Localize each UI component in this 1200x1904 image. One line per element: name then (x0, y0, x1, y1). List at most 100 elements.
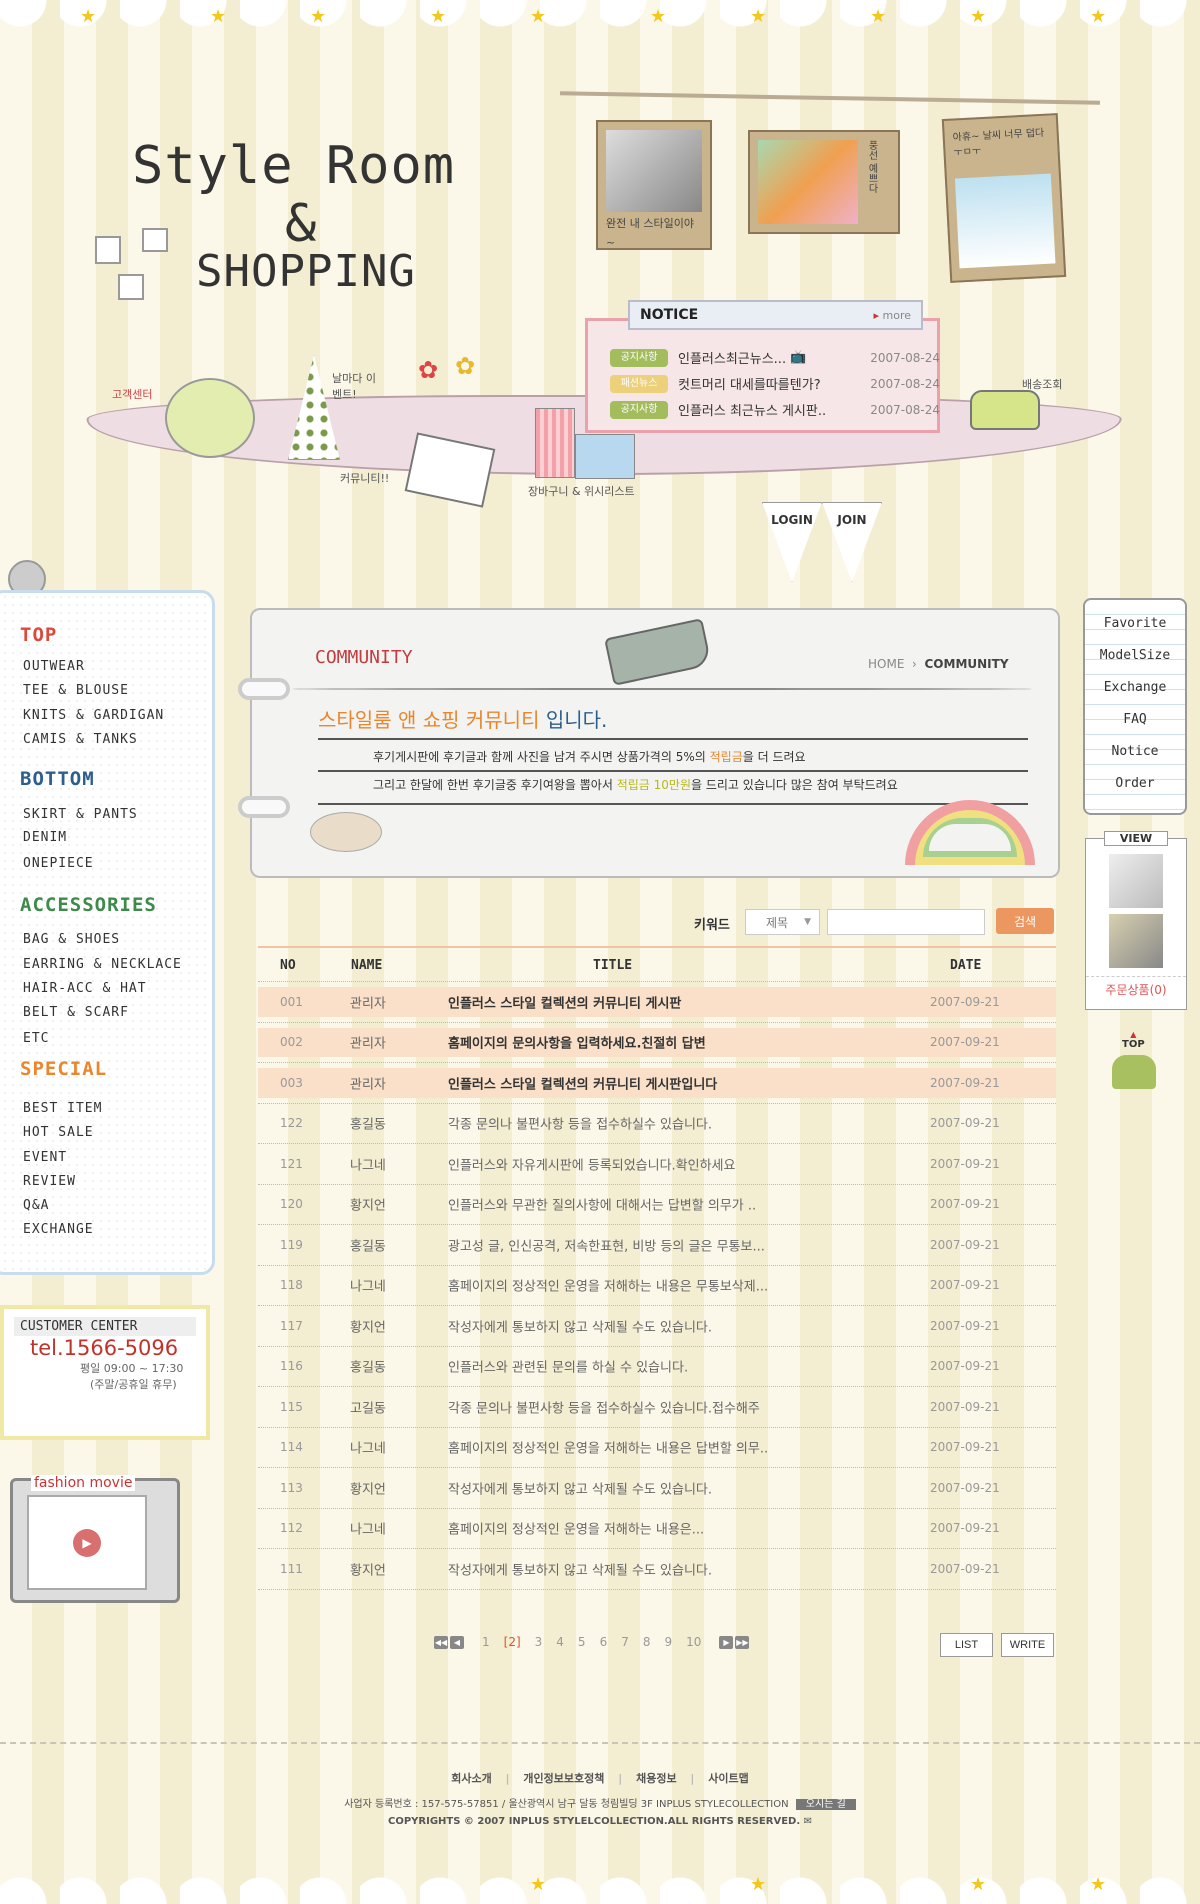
first-page-button[interactable]: ◀◀ (434, 1635, 448, 1649)
notice-item[interactable]: 패션뉴스 컷트머리 대세를따를텐가? 2007-08-24 (610, 374, 940, 393)
table-row[interactable]: 112 나그네 홈페이지의 정상적인 운영을 저해하는 내용은... 2007-09-… (258, 1509, 1056, 1549)
table-row[interactable]: 117 황지언 작성자에게 통보하지 않고 삭제될 수도 있습니다. 2007-09-… (258, 1306, 1056, 1347)
row-title[interactable]: 작성자에게 통보하지 않고 삭제될 수도 있습니다. (448, 1559, 712, 1578)
list-button[interactable]: LIST (940, 1633, 993, 1657)
category-top[interactable]: TOP (20, 624, 57, 646)
footer-link[interactable]: 회사소개 (451, 1772, 491, 1785)
page-link[interactable]: 5 (578, 1635, 586, 1649)
table-row[interactable]: 118 나그네 홈페이지의 정상적인 운영을 저해하는 내용은 무통보삭제... 20… (258, 1266, 1056, 1306)
page-link[interactable]: 6 (600, 1635, 608, 1649)
table-row[interactable]: 119 홍길동 광고성 글, 인신공격, 저속한표현, 비방 등의 글은 무통보..… (258, 1225, 1056, 1266)
recent-product-thumb[interactable] (1109, 854, 1163, 908)
notice-item[interactable]: 공지사항 인플러스 최근뉴스 게시판.. 2007-08-24 (610, 400, 940, 419)
row-title[interactable]: 인플러스 스타일 컬렉션의 커뮤니티 게시판입니다 (448, 1073, 717, 1092)
car-icon[interactable] (970, 390, 1040, 430)
page-link[interactable]: 4 (556, 1635, 564, 1649)
page-link[interactable]: 7 (621, 1635, 629, 1649)
category-special[interactable]: SPECIAL (20, 1058, 107, 1080)
page-link[interactable]: [2] (504, 1635, 521, 1649)
sidebar-item[interactable]: Q&A (23, 1198, 49, 1213)
sidebar-item[interactable]: OUTWEAR (23, 659, 85, 674)
site-title-line1[interactable]: Style Room (132, 140, 455, 192)
login-button[interactable]: LOGIN (762, 502, 822, 582)
table-row[interactable]: 001 관리자 인플러스 스타일 컬렉션의 커뮤니티 게시판 2007-09-21 (258, 982, 1056, 1023)
table-row[interactable]: 111 황지언 작성자에게 통보하지 않고 삭제될 수도 있습니다. 2007-09-… (258, 1549, 1056, 1590)
community-doodle-label[interactable]: 커뮤니티!! (340, 470, 389, 486)
search-button[interactable]: 검색 (996, 908, 1054, 934)
sidebar-item[interactable]: ETC (23, 1031, 49, 1046)
row-title[interactable]: 광고성 글, 인신공격, 저속한표현, 비방 등의 글은 무통보... (448, 1235, 765, 1254)
table-row[interactable]: 121 나그네 인플러스와 자유게시판에 등록되었습니다.확인하세요 2007-09-… (258, 1144, 1056, 1185)
row-title[interactable]: 홈페이지의 문의사항을 입력하세요.친절히 답변 (448, 1033, 706, 1052)
row-title[interactable]: 홈페이지의 정상적인 운영을 저해하는 내용은... (448, 1519, 704, 1538)
search-input[interactable] (827, 909, 985, 935)
notice-item[interactable]: 공지사항 인플러스최근뉴스... 📺 2007-08-24 (610, 348, 940, 367)
table-row[interactable]: 113 황지언 작성자에게 통보하지 않고 삭제될 수도 있습니다. 2007-09-… (258, 1468, 1056, 1509)
play-icon[interactable]: ▶ (73, 1529, 101, 1557)
gift-box-icon[interactable] (535, 408, 575, 478)
next-page-button[interactable]: ▶ (719, 1635, 734, 1649)
quick-menu-item[interactable]: FAQ (1085, 704, 1185, 736)
recent-product-thumb[interactable] (1109, 914, 1163, 968)
page-link[interactable]: 10 (686, 1635, 701, 1649)
table-row[interactable]: 122 홍길동 각종 문의나 불편사항 등을 접수하실수 있습니다. 2007-09-… (258, 1104, 1056, 1144)
footer-link[interactable]: 사이트맵 (708, 1772, 748, 1785)
row-title[interactable]: 인플러스와 무관한 질의사항에 대해서는 답변할 의무가 .. (448, 1195, 756, 1214)
row-title[interactable]: 인플러스와 관련된 문의를 하실 수 있습니다. (448, 1357, 688, 1376)
fashion-movie-tv[interactable]: fashion movie ▶ (10, 1475, 180, 1603)
sidebar-item[interactable]: BELT & SCARF (23, 1005, 129, 1020)
prev-page-button[interactable]: ◀ (450, 1635, 464, 1649)
category-accessories[interactable]: ACCESSORIES (20, 894, 157, 916)
sidebar-item[interactable]: BEST ITEM (23, 1101, 102, 1116)
gift-box-icon[interactable] (575, 434, 635, 479)
row-title[interactable]: 인플러스와 자유게시판에 등록되었습니다.확인하세요 (448, 1154, 735, 1173)
join-button[interactable]: JOIN (822, 502, 882, 582)
table-row[interactable]: 003 관리자 인플러스 스타일 컬렉션의 커뮤니티 게시판입니다 2007-09-2… (258, 1063, 1056, 1104)
customer-center-doodle-label[interactable]: 고객센터 (112, 386, 152, 402)
row-title[interactable]: 홈페이지의 정상적인 운영을 저해하는 내용은 무통보삭제... (448, 1276, 768, 1295)
row-title[interactable]: 홈페이지의 정상적인 운영을 저해하는 내용은 답변할 의무.. (448, 1438, 768, 1457)
last-page-button[interactable]: ▶▶ (735, 1635, 750, 1649)
sidebar-item[interactable]: SKIRT & PANTS (23, 807, 138, 822)
category-bottom[interactable]: BOTTOM (20, 768, 95, 790)
sidebar-item[interactable]: REVIEW (23, 1174, 76, 1189)
telephone-icon[interactable] (165, 378, 255, 458)
page-link[interactable]: 1 (482, 1635, 490, 1649)
sidebar-item[interactable]: EVENT (23, 1150, 67, 1165)
mail-icon[interactable]: ✉ (804, 1816, 812, 1827)
row-title[interactable]: 각종 문의나 불편사항 등을 접수하실수 있습니다. (448, 1114, 712, 1133)
sidebar-item[interactable]: EXCHANGE (23, 1222, 94, 1237)
row-title[interactable]: 각종 문의나 불편사항 등을 접수하실수 있습니다.접수해주 (448, 1397, 760, 1416)
table-row[interactable]: 120 황지언 인플러스와 무관한 질의사항에 대해서는 답변할 의무가 .. 200… (258, 1185, 1056, 1225)
page-link[interactable]: 9 (664, 1635, 672, 1649)
quick-menu-item[interactable]: Notice (1085, 736, 1185, 768)
sidebar-item[interactable]: HAIR-ACC & HAT (23, 981, 147, 996)
table-row[interactable]: 114 나그네 홈페이지의 정상적인 운영을 저해하는 내용은 답변할 의무.. 20… (258, 1428, 1056, 1468)
footer-link[interactable]: 개인정보보호정책 (523, 1772, 604, 1785)
table-row[interactable]: 115 고길동 각종 문의나 불편사항 등을 접수하실수 있습니다.접수해주 2007… (258, 1387, 1056, 1428)
delivery-doodle-label[interactable]: 배송조회 (1022, 376, 1062, 392)
top-button[interactable]: ▲ TOP (1122, 1030, 1145, 1050)
page-link[interactable]: 8 (643, 1635, 651, 1649)
sidebar-item[interactable]: BAG & SHOES (23, 932, 120, 947)
table-row[interactable]: 002 관리자 홈페이지의 문의사항을 입력하세요.친절히 답변 2007-09-21 (258, 1023, 1056, 1063)
order-cart-link[interactable]: 주문상품(0) (1086, 976, 1186, 998)
event-doodle-label[interactable]: 날마다 이벤트! (332, 370, 377, 402)
quick-menu-item[interactable]: ModelSize (1085, 640, 1185, 672)
footer-link[interactable]: 채용정보 (636, 1772, 676, 1785)
search-field-select[interactable]: 제목 ▼ (745, 909, 820, 935)
table-row[interactable]: 116 홍길동 인플러스와 관련된 문의를 하실 수 있습니다. 2007-09-21 (258, 1347, 1056, 1387)
breadcrumb-home[interactable]: HOME (868, 657, 904, 671)
sidebar-item[interactable]: ONEPIECE (23, 856, 94, 871)
sidebar-item[interactable]: EARRING & NECKLACE (23, 957, 182, 972)
quick-menu-item[interactable]: Exchange (1085, 672, 1185, 704)
sidebar-item[interactable]: DENIM (23, 830, 67, 845)
quick-menu-item[interactable]: Favorite (1085, 608, 1185, 640)
sidebar-item[interactable]: CAMIS & TANKS (23, 732, 138, 747)
page-link[interactable]: 3 (535, 1635, 543, 1649)
sidebar-item[interactable]: HOT SALE (23, 1125, 94, 1140)
directions-button[interactable]: 오시는 길 (795, 1799, 856, 1810)
write-button[interactable]: WRITE (1001, 1633, 1054, 1657)
row-title[interactable]: 인플러스 스타일 컬렉션의 커뮤니티 게시판 (448, 992, 681, 1011)
car-icon[interactable] (1112, 1055, 1156, 1089)
